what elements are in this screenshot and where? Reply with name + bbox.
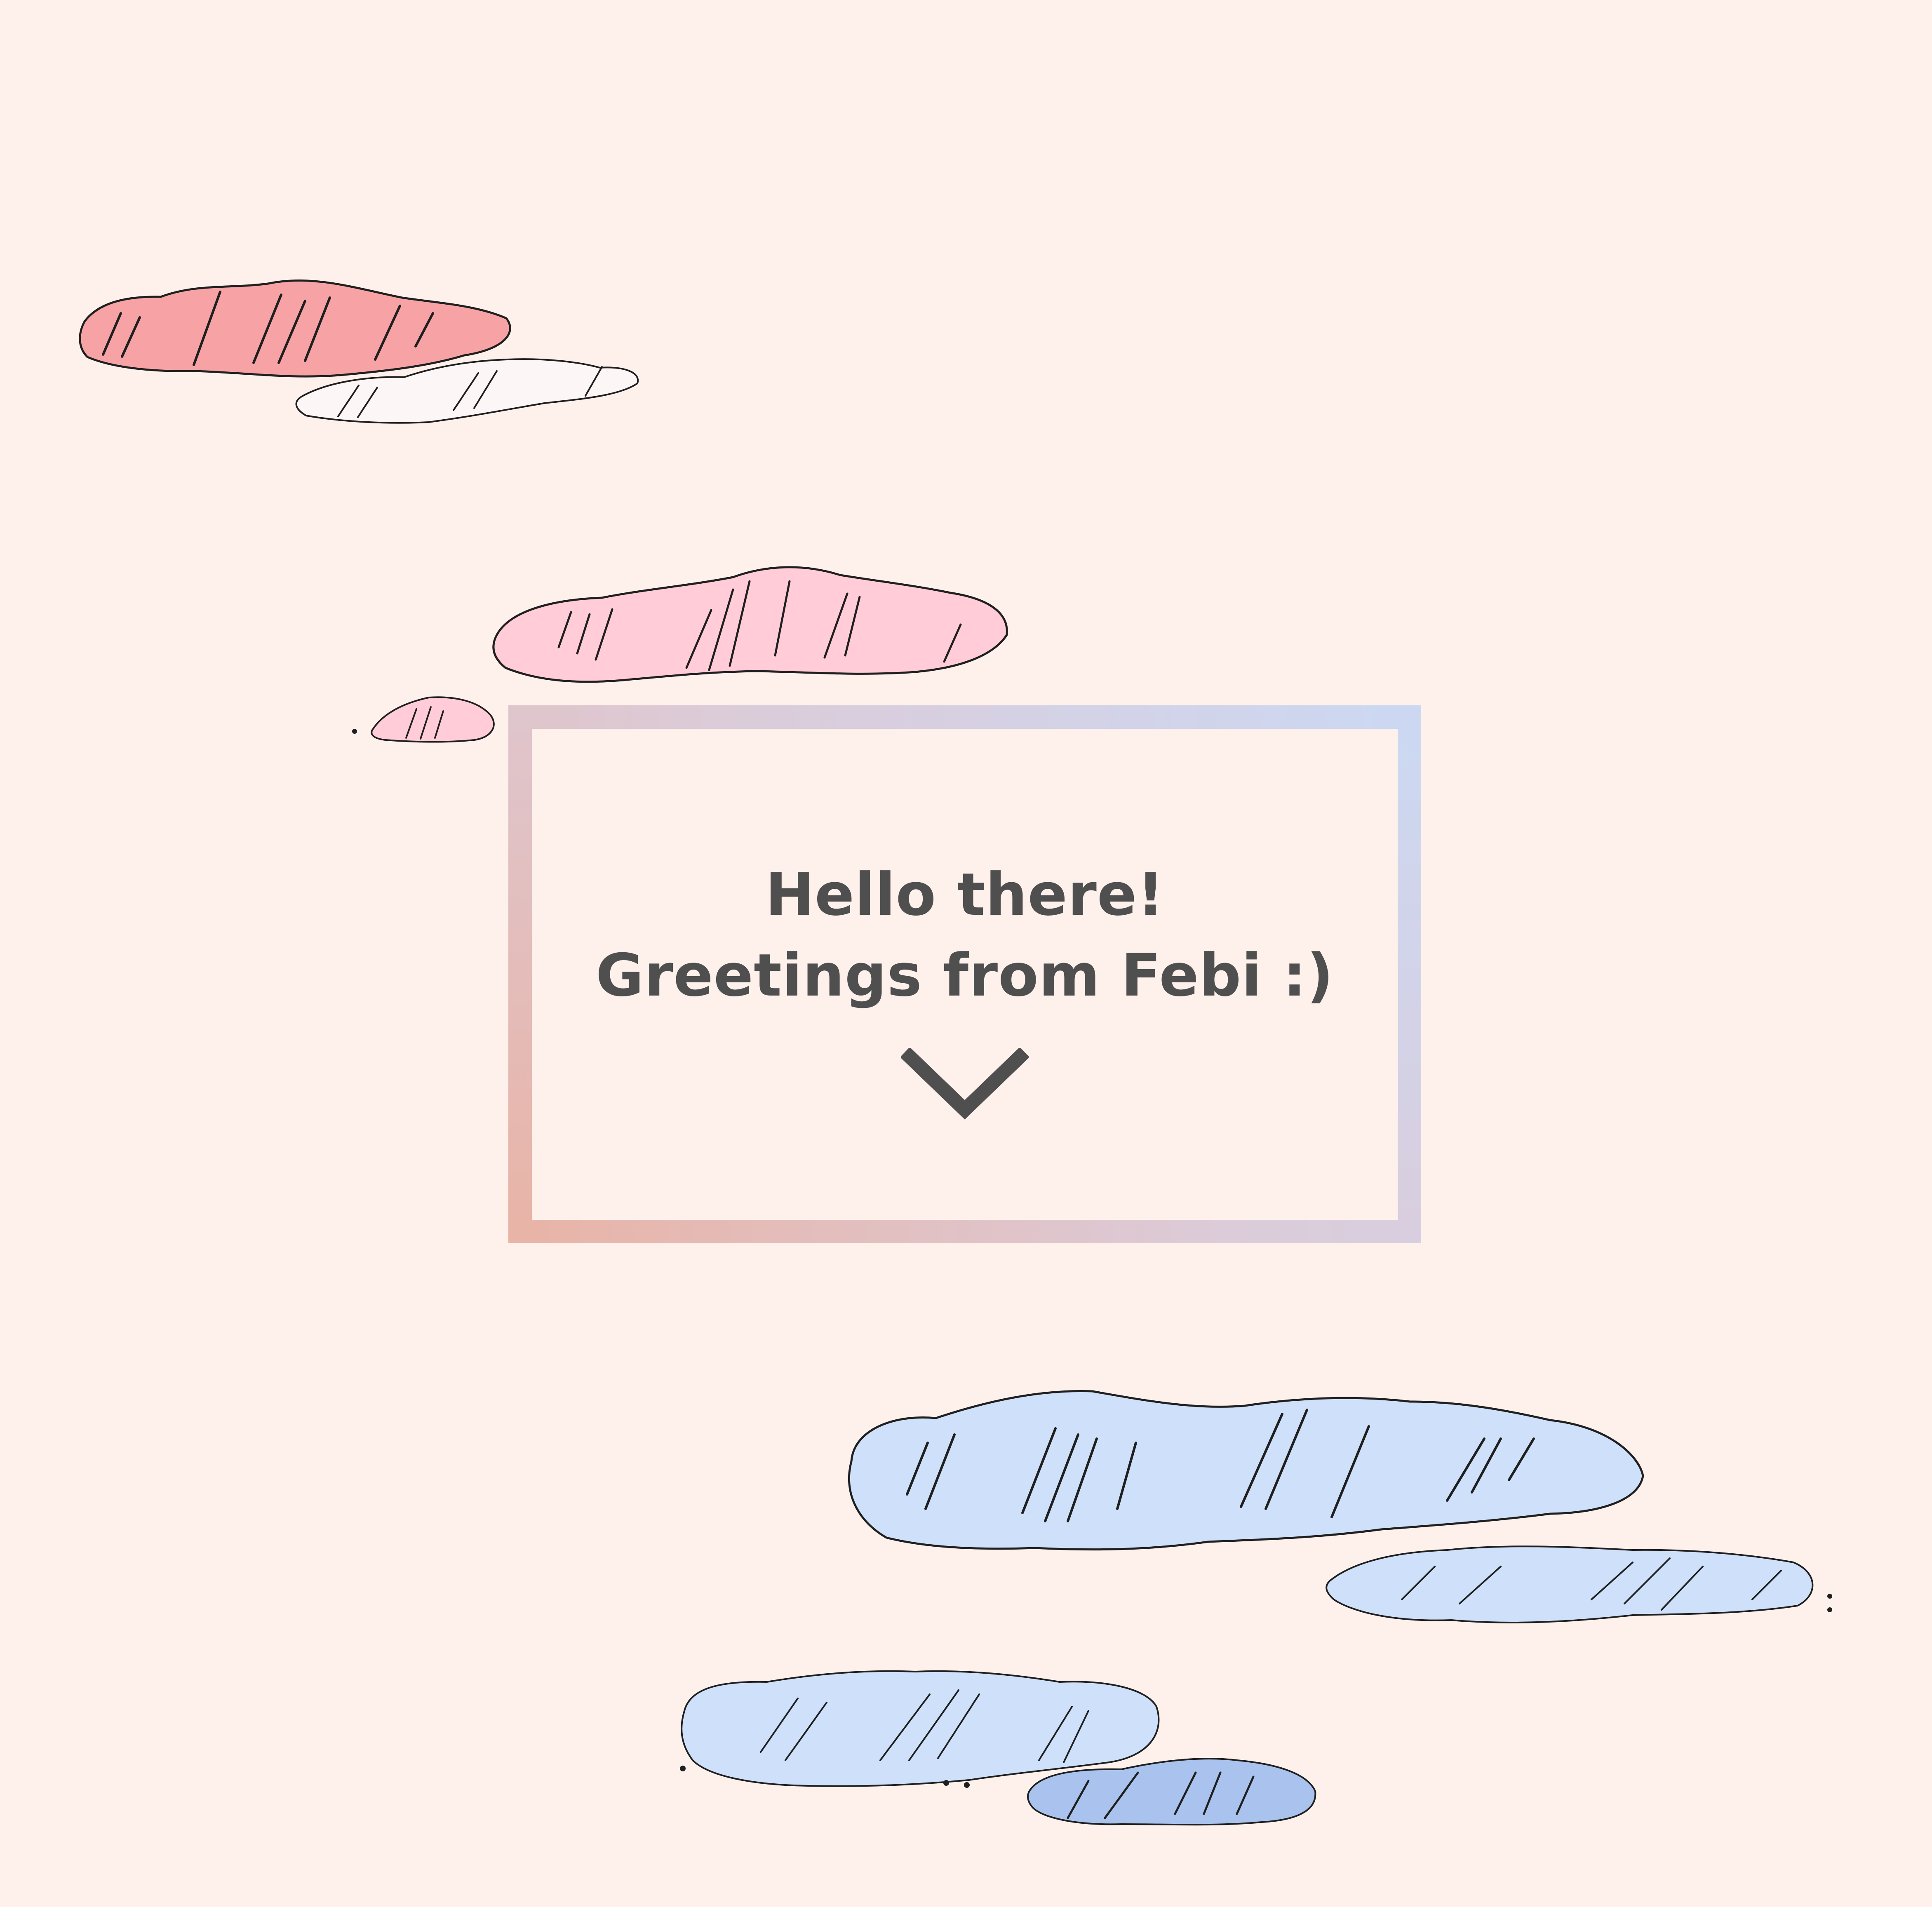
dark-blue-cloud: [1027, 1758, 1316, 1826]
blue-cloud-large: [848, 1390, 1644, 1551]
greeting-heading: Hello there! Greetings from Febi :): [532, 855, 1398, 1016]
greeting-line-from: Greetings from Febi :): [595, 942, 1334, 1010]
tiny-pink-cloud: [352, 696, 495, 743]
hero-scene: Hello there! Greetings from Febi :): [0, 0, 1932, 1907]
greeting-card: Hello there! Greetings from Febi :): [508, 705, 1421, 1243]
scroll-down-button[interactable]: [901, 1048, 1029, 1122]
light-pink-cloud: [492, 566, 1008, 683]
pink-cloud-large: [79, 279, 511, 378]
chevron-down-icon: [901, 1048, 1029, 1120]
blue-cloud-thin: [1326, 1545, 1832, 1623]
greeting-line-hello: Hello there!: [765, 861, 1164, 929]
